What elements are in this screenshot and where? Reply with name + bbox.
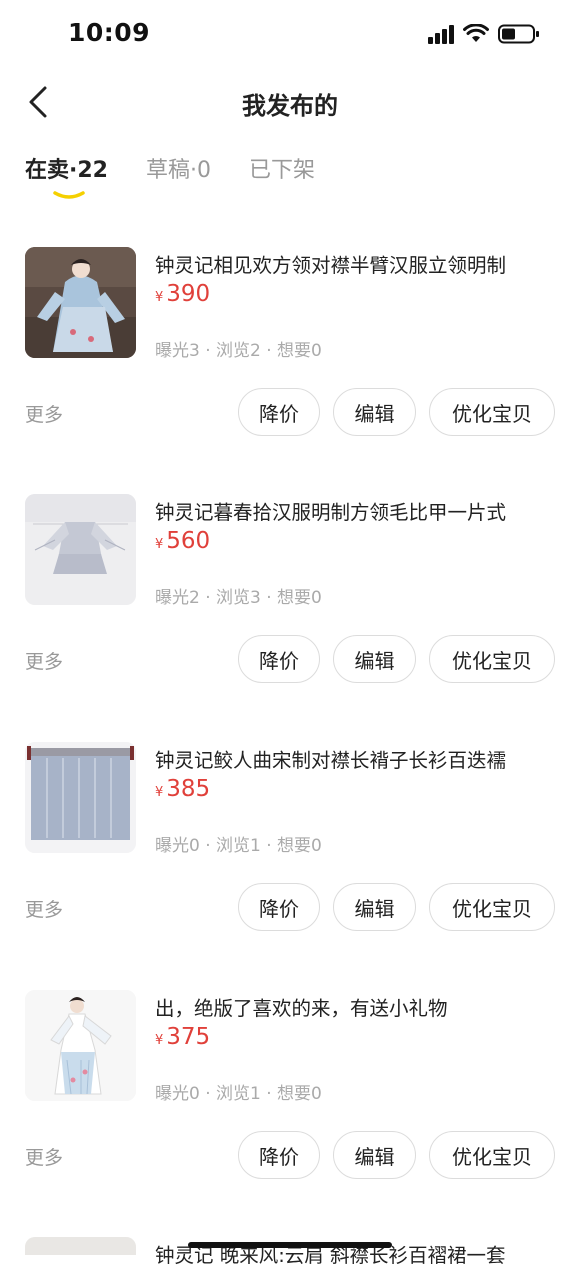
product-stats: 曝光3 · 浏览2 · 想要0 — [155, 341, 322, 361]
edit-button[interactable]: 编辑 — [333, 635, 416, 683]
tab-removed[interactable]: 已下架 — [249, 152, 315, 202]
price-value: 560 — [166, 528, 211, 554]
status-icons — [428, 24, 540, 44]
product-stats: 曝光0 · 浏览1 · 想要0 — [155, 836, 322, 856]
page-title: 我发布的 — [242, 92, 338, 120]
tab-label: 已下架 — [248, 158, 315, 183]
nav-bar: 我发布的 — [0, 70, 580, 136]
product-title[interactable]: 钟灵记暮春拾汉服明制方领毛比甲一片式 — [155, 496, 555, 525]
status-time: 10:09 — [68, 18, 151, 47]
home-indicator[interactable] — [188, 1242, 392, 1248]
currency-symbol: ¥ — [155, 537, 164, 552]
edit-button[interactable]: 编辑 — [333, 1131, 416, 1179]
product-thumbnail[interactable] — [25, 990, 136, 1101]
more-link[interactable]: 更多 — [25, 1143, 63, 1170]
listing-item[interactable]: 钟灵记暮春拾汉服明制方领毛比甲一片式 ¥ 560 曝光2 · 浏览3 · 想要0… — [0, 494, 580, 741]
tab-active-indicator — [53, 191, 85, 199]
listing-item[interactable]: 钟灵记相见欢方领对襟半臂汉服立领明制 ¥ 390 曝光3 · 浏览2 · 想要0… — [0, 247, 580, 494]
tab-label: 在卖·22 — [25, 158, 108, 183]
more-link[interactable]: 更多 — [25, 647, 63, 674]
status-tabs: 在卖·22 草稿·0 已下架 — [25, 152, 315, 202]
wifi-icon — [463, 24, 489, 44]
product-stats: 曝光2 · 浏览3 · 想要0 — [155, 588, 322, 608]
more-link[interactable]: 更多 — [25, 400, 63, 427]
product-price: ¥ 390 — [155, 281, 210, 307]
product-thumbnail[interactable] — [25, 247, 136, 358]
price-value: 375 — [166, 1024, 211, 1050]
product-title[interactable]: 钟灵记鲛人曲宋制对襟长褙子长衫百迭襦 — [155, 744, 555, 773]
edit-button[interactable]: 编辑 — [333, 883, 416, 931]
reduce-price-button[interactable]: 降价 — [238, 1131, 320, 1179]
optimize-item-button[interactable]: 优化宝贝 — [429, 1131, 555, 1179]
reduce-price-button[interactable]: 降价 — [238, 635, 320, 683]
listing-item[interactable]: 钟灵记鲛人曲宋制对襟长褙子长衫百迭襦 ¥ 385 曝光0 · 浏览1 · 想要0… — [0, 742, 580, 989]
reduce-price-button[interactable]: 降价 — [238, 388, 320, 436]
currency-symbol: ¥ — [155, 290, 164, 305]
product-title[interactable]: 钟灵记相见欢方领对襟半臂汉服立领明制 — [155, 249, 555, 278]
tab-drafts[interactable]: 草稿·0 — [146, 152, 211, 202]
product-stats: 曝光0 · 浏览1 · 想要0 — [155, 1084, 322, 1104]
price-value: 390 — [166, 281, 211, 307]
product-price: ¥ 385 — [155, 776, 210, 802]
currency-symbol: ¥ — [155, 785, 164, 800]
edit-button[interactable]: 编辑 — [333, 388, 416, 436]
product-thumbnail[interactable] — [25, 494, 136, 605]
tab-label: 草稿·0 — [145, 158, 211, 183]
product-title[interactable]: 出，绝版了喜欢的来，有送小礼物 — [155, 992, 555, 1021]
listing-item[interactable]: 出，绝版了喜欢的来，有送小礼物 ¥ 375 曝光0 · 浏览1 · 想要0 更多… — [0, 990, 580, 1237]
price-value: 385 — [166, 776, 211, 802]
tab-on-sale[interactable]: 在卖·22 — [25, 152, 108, 202]
more-link[interactable]: 更多 — [25, 895, 63, 922]
currency-symbol: ¥ — [155, 1033, 164, 1048]
signal-icon — [428, 24, 454, 44]
optimize-item-button[interactable]: 优化宝贝 — [429, 883, 555, 931]
product-thumbnail[interactable] — [25, 742, 136, 853]
product-price: ¥ 375 — [155, 1024, 210, 1050]
reduce-price-button[interactable]: 降价 — [238, 883, 320, 931]
product-thumbnail[interactable] — [25, 1237, 136, 1255]
optimize-item-button[interactable]: 优化宝贝 — [429, 388, 555, 436]
optimize-item-button[interactable]: 优化宝贝 — [429, 635, 555, 683]
status-bar: 10:09 — [0, 0, 580, 70]
product-price: ¥ 560 — [155, 528, 210, 554]
battery-icon — [498, 24, 540, 44]
